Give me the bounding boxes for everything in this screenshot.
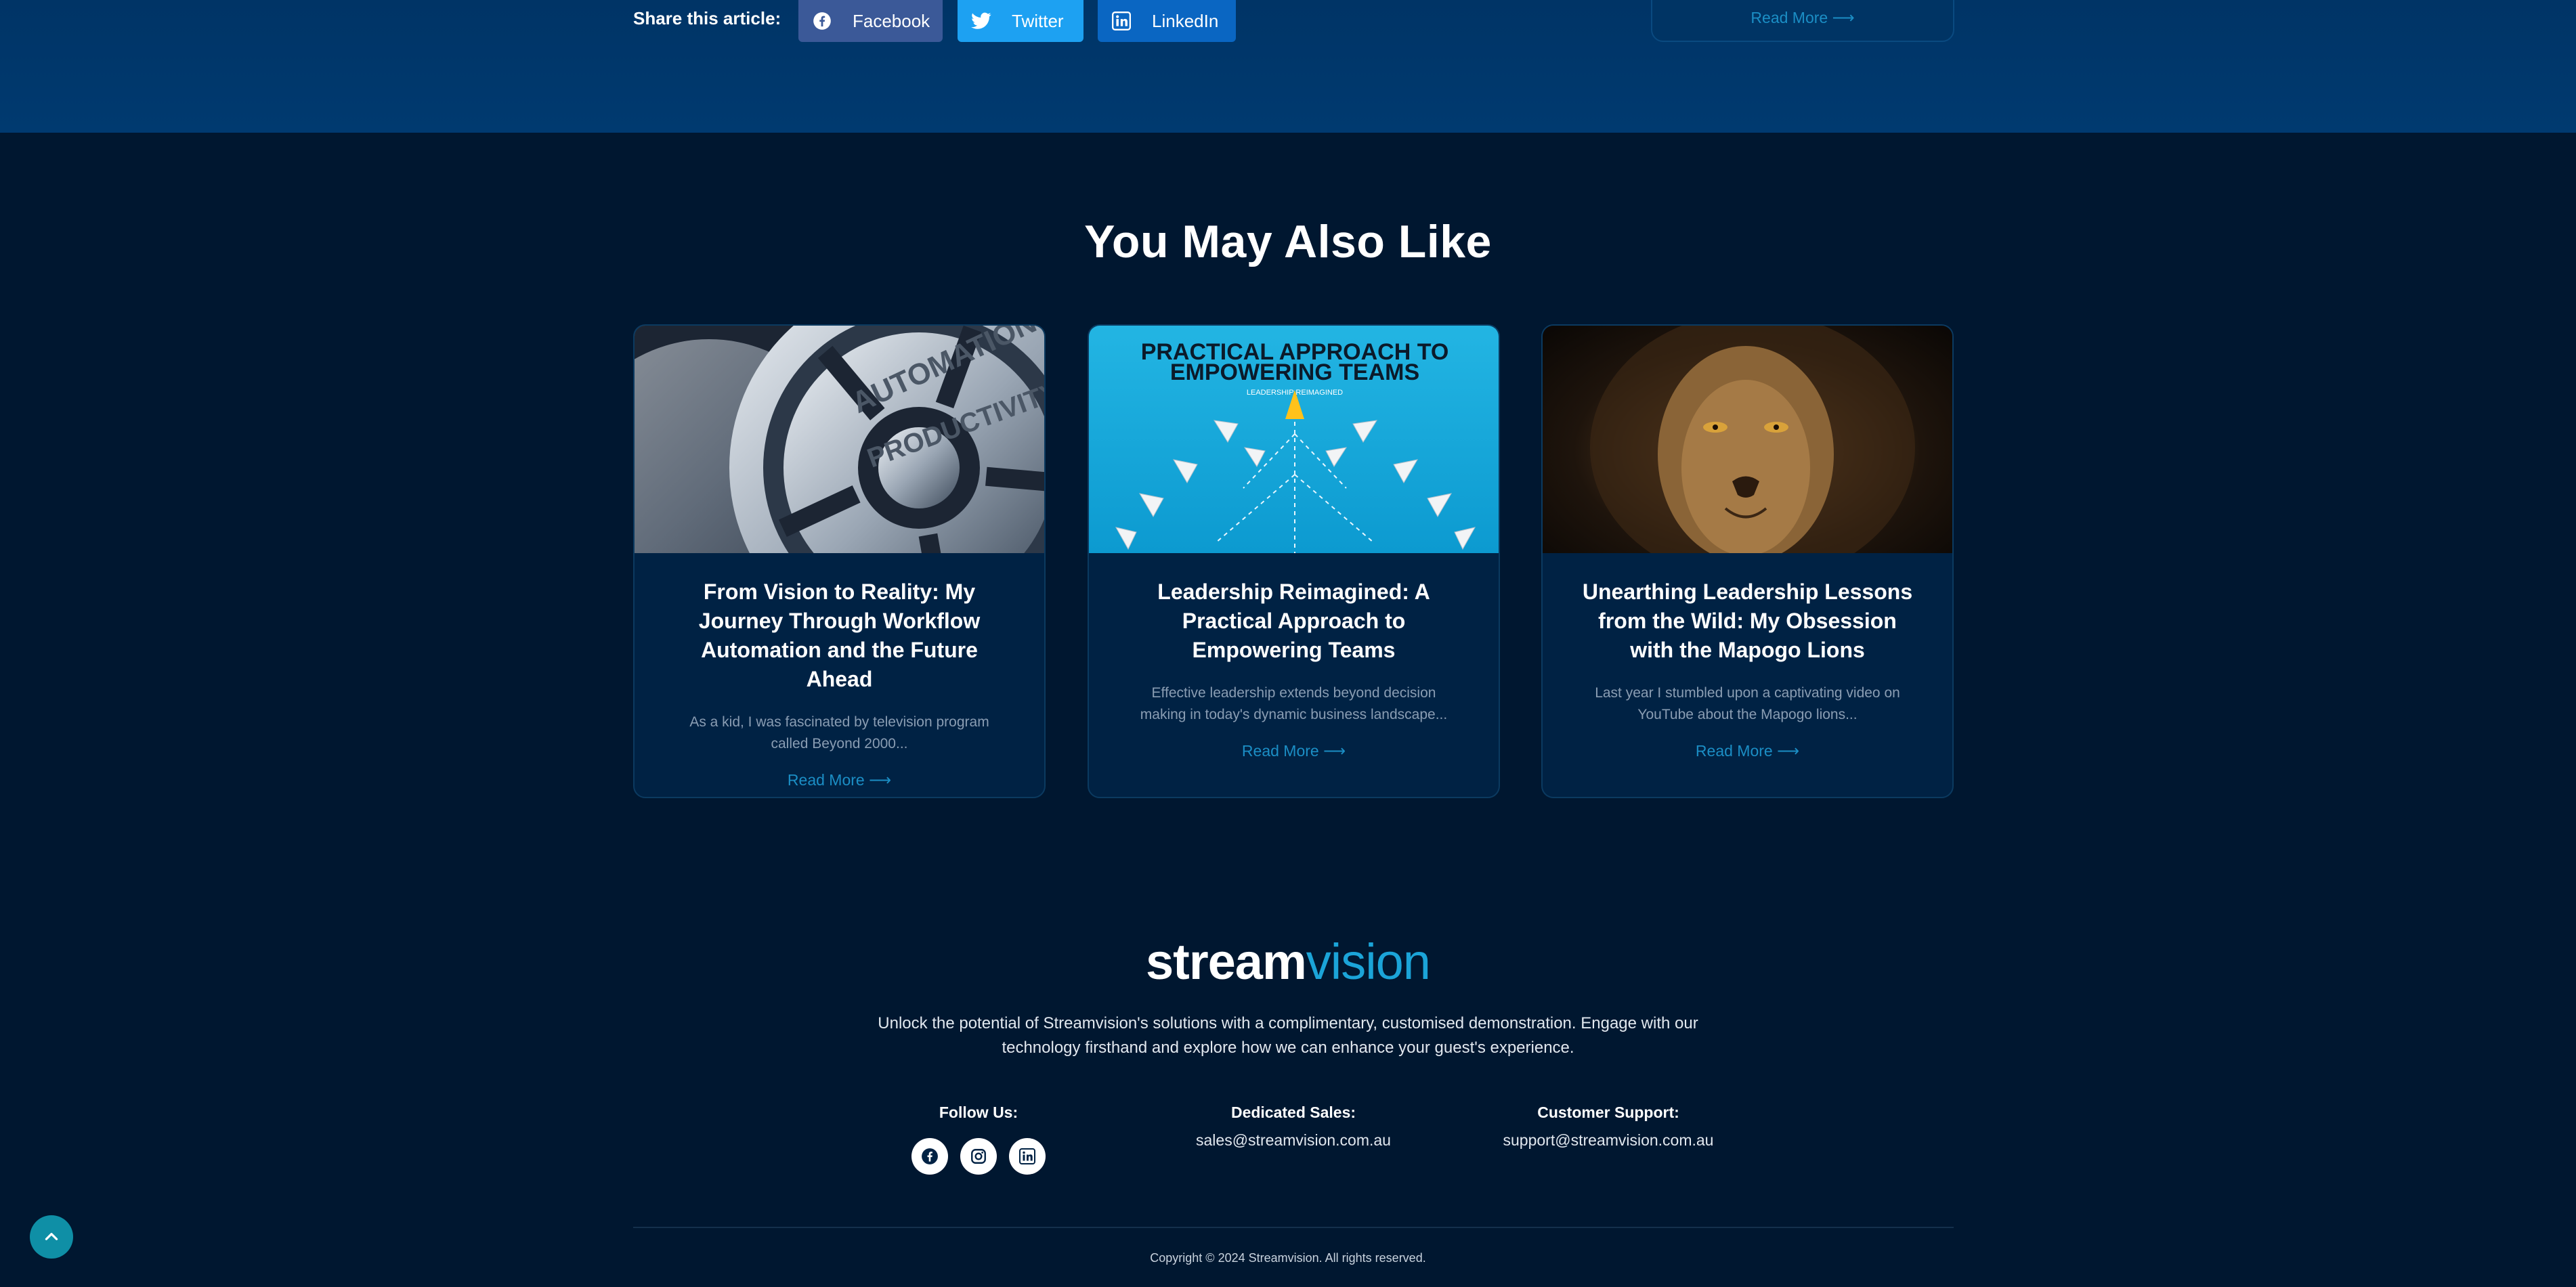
related-card[interactable]: PRACTICAL APPROACH TO EMPOWERING TEAMS L…: [1088, 324, 1500, 798]
share-section: Share this article: Facebook Twitter Lin…: [0, 0, 2576, 133]
card-image-lion: [1543, 326, 1952, 553]
arrow-right-icon: ⟶: [869, 771, 892, 789]
share-facebook-button[interactable]: Facebook: [798, 0, 943, 42]
share-facebook-label: Facebook: [853, 10, 930, 31]
instagram-icon[interactable]: [960, 1138, 997, 1175]
card-image-teams: PRACTICAL APPROACH TO EMPOWERING TEAMS L…: [1089, 326, 1499, 553]
twitter-icon: [971, 11, 991, 31]
support-label: Customer Support:: [1537, 1104, 1679, 1121]
share-label: Share this article:: [633, 8, 781, 28]
card-excerpt: Effective leadership extends beyond deci…: [1140, 685, 1448, 722]
card-excerpt: Last year I stumbled upon a captivating …: [1595, 685, 1900, 722]
sales-column: Dedicated Sales: sales@streamvision.com.…: [1158, 1104, 1429, 1150]
previous-card-read-more[interactable]: Read More ⟶: [1652, 9, 1953, 27]
facebook-icon: [812, 11, 832, 31]
read-more-link[interactable]: Read More ⟶: [1543, 742, 1952, 760]
previous-card: Read More ⟶: [1651, 0, 1954, 42]
related-card[interactable]: Unearthing Leadership Lessons from the W…: [1541, 324, 1954, 798]
share-twitter-button[interactable]: Twitter: [958, 0, 1083, 42]
support-column: Customer Support: support@streamvision.c…: [1473, 1104, 1744, 1150]
arrow-right-icon: ⟶: [1777, 742, 1800, 760]
card-image-automation: AUTOMATION PRODUCTIVITY: [635, 326, 1044, 553]
linkedin-icon[interactable]: [1009, 1138, 1046, 1175]
follow-us-label: Follow Us:: [939, 1104, 1018, 1121]
card-title[interactable]: Unearthing Leadership Lessons from the W…: [1576, 577, 1918, 665]
footer-divider: [633, 1227, 1954, 1228]
follow-us-column: Follow Us:: [880, 1104, 1077, 1175]
support-email-link[interactable]: support@streamvision.com.au: [1473, 1131, 1744, 1150]
chevron-up-icon: [45, 1233, 58, 1240]
share-linkedin-button[interactable]: LinkedIn: [1098, 0, 1236, 42]
linkedin-icon: [1111, 11, 1132, 31]
share-linkedin-label: LinkedIn: [1152, 10, 1219, 31]
read-more-link[interactable]: Read More ⟶: [1089, 742, 1499, 760]
sales-label: Dedicated Sales:: [1230, 1104, 1356, 1121]
footer-tagline: Unlock the potential of Streamvision's s…: [878, 1014, 1698, 1057]
card-title[interactable]: Leadership Reimagined: A Practical Appro…: [1123, 577, 1465, 665]
section-title: You May Also Like: [1084, 216, 1492, 267]
streamvision-logo[interactable]: streamvision: [0, 933, 2576, 990]
card-image-text: EMPOWERING TEAMS: [1170, 359, 1419, 385]
share-twitter-label: Twitter: [1012, 10, 1064, 31]
back-to-top-button[interactable]: [30, 1215, 73, 1259]
facebook-icon[interactable]: [911, 1138, 948, 1175]
card-title[interactable]: From Vision to Reality: My Journey Throu…: [668, 577, 1010, 694]
copyright: Copyright © 2024 Streamvision. All right…: [1150, 1251, 1426, 1265]
sales-email-link[interactable]: sales@streamvision.com.au: [1158, 1131, 1429, 1150]
read-more-link[interactable]: Read More ⟶: [635, 771, 1044, 789]
related-card[interactable]: AUTOMATION PRODUCTIVITY From Vision to R…: [633, 324, 1046, 798]
arrow-right-icon: ⟶: [1323, 742, 1346, 760]
card-excerpt: As a kid, I was fascinated by television…: [689, 714, 989, 751]
